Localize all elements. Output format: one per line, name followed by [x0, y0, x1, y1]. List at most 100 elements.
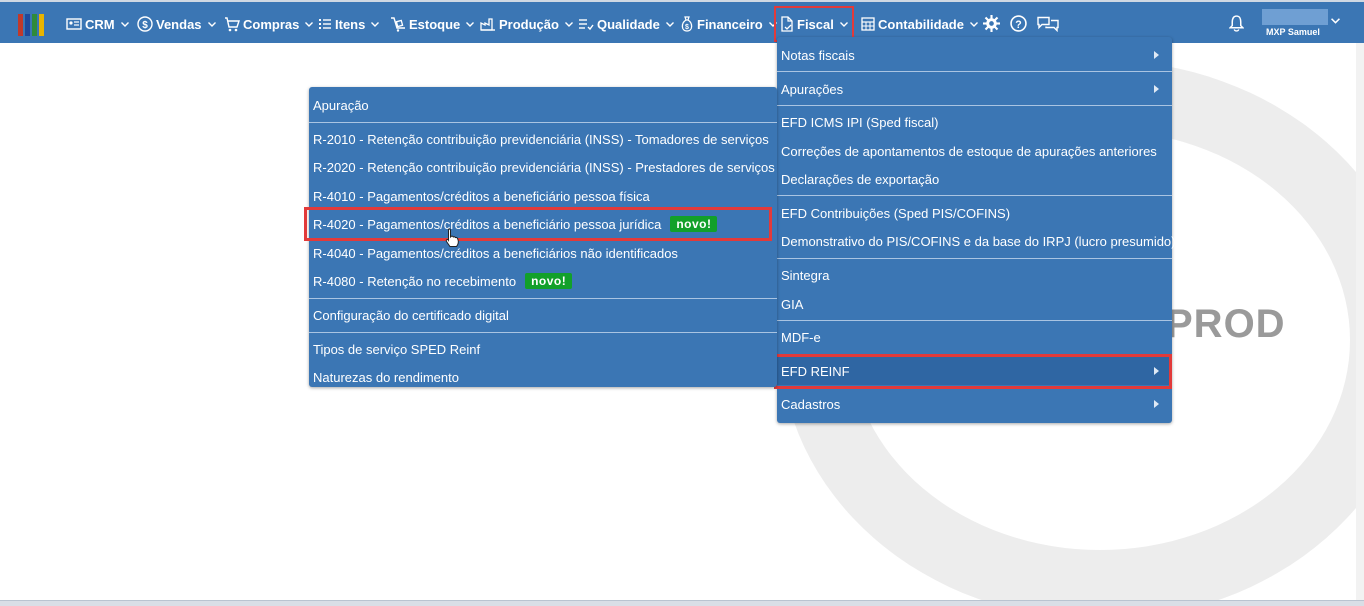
menu-item-label: EFD ICMS IPI (Sped fiscal) [781, 114, 939, 130]
menu-item-efd-contribuicoes[interactable]: EFD Contribuições (Sped PIS/COFINS) [777, 199, 1172, 227]
menu-item-label: EFD Contribuições (Sped PIS/COFINS) [781, 205, 1011, 221]
logo-bar-red [18, 14, 23, 36]
chat-icon[interactable] [1037, 15, 1059, 32]
nav-fiscal[interactable]: Fiscal [774, 6, 854, 42]
nav-financeiro-label: Financeiro [697, 16, 763, 32]
nav-qualidade[interactable]: Qualidade [578, 8, 674, 40]
submenu-item-r2010[interactable]: R-2010 - Retenção contribuição previdenc… [309, 125, 777, 153]
submenu-item-label: Tipos de serviço SPED Reinf [313, 341, 481, 357]
chevron-down-icon [371, 21, 380, 27]
logo-bar-blue [25, 14, 30, 36]
menu-item-gia[interactable]: GIA [777, 290, 1172, 318]
menu-item-correcoes-apontamentos[interactable]: Correções de apontamentos de estoque de … [777, 137, 1172, 165]
nav-producao[interactable]: Produção [480, 8, 573, 40]
menu-item-label: Notas fiscais [781, 47, 855, 63]
menu-item-efd-icms-ipi[interactable]: EFD ICMS IPI (Sped fiscal) [777, 108, 1172, 136]
cart-icon [225, 17, 240, 32]
menu-item-sintegra[interactable]: Sintegra [777, 261, 1172, 289]
nav-estoque[interactable]: Estoque [390, 8, 475, 40]
submenu-item-label: R-4040 - Pagamentos/créditos a beneficiá… [313, 245, 678, 261]
user-avatar[interactable] [1262, 9, 1328, 25]
menu-divider [777, 71, 1172, 72]
submenu-item-r4080[interactable]: R-4080 - Retenção no recebimento novo! [309, 267, 777, 295]
chevron-down-icon [969, 21, 978, 27]
menu-item-demonstrativo-pis-cofins[interactable]: Demonstrativo do PIS/COFINS e da base do… [777, 227, 1176, 255]
menu-item-label: EFD REINF [781, 363, 850, 379]
nav-fiscal-label: Fiscal [797, 16, 834, 32]
app-logo[interactable] [18, 14, 44, 36]
bell-icon[interactable] [1229, 15, 1244, 32]
submenu-item-configuracao-certificado[interactable]: Configuração do certificado digital [309, 301, 777, 329]
nav-financeiro[interactable]: $ Financeiro [680, 8, 777, 40]
nav-itens-label: Itens [335, 16, 366, 32]
help-icon[interactable]: ? [1010, 15, 1027, 32]
dollar-icon: $ [137, 16, 153, 32]
submenu-item-naturezas-rendimento[interactable]: Naturezas do rendimento [309, 363, 777, 391]
bottom-border [0, 600, 1364, 606]
calculator-icon [861, 17, 875, 31]
submenu-item-tipos-servico[interactable]: Tipos de serviço SPED Reinf [309, 335, 777, 363]
new-badge: novo! [525, 273, 573, 289]
crm-icon [66, 18, 82, 30]
submenu-item-r4040[interactable]: R-4040 - Pagamentos/créditos a beneficiá… [309, 239, 777, 267]
submenu-item-label: R-4010 - Pagamentos/créditos a beneficiá… [313, 188, 650, 204]
menu-divider [309, 332, 777, 333]
nav-itens[interactable]: Itens [318, 8, 380, 40]
submenu-arrow-icon [1154, 51, 1159, 59]
nav-compras[interactable]: Compras [224, 8, 314, 40]
fiscal-dropdown-menu: Notas fiscais Apurações EFD ICMS IPI (Sp… [777, 37, 1176, 423]
menu-divider [777, 354, 1172, 355]
factory-icon [480, 18, 495, 31]
menu-item-mdfe[interactable]: MDF-e [777, 323, 1172, 351]
page-scrollbar[interactable] [1356, 43, 1364, 600]
menu-item-apuracoes[interactable]: Apurações [777, 75, 1172, 103]
logo-bar-yellow [39, 14, 44, 36]
nav-producao-label: Produção [499, 16, 559, 32]
menu-item-declaracoes-exportacao[interactable]: Declarações de exportação [777, 165, 1172, 193]
efd-reinf-submenu: Apuração R-2010 - Retenção contribuição … [309, 87, 777, 387]
menu-item-efd-reinf[interactable]: EFD REINF [777, 357, 1172, 385]
menu-divider [777, 320, 1172, 321]
submenu-item-label: Naturezas do rendimento [313, 369, 459, 385]
submenu-item-label: Configuração do certificado digital [313, 307, 509, 323]
menu-item-label: Cadastros [781, 396, 841, 412]
submenu-item-r4010[interactable]: R-4010 - Pagamentos/créditos a beneficiá… [309, 182, 777, 210]
nav-vendas[interactable]: $ Vendas [137, 8, 216, 40]
hand-cursor-icon [445, 228, 459, 247]
stock-icon [391, 16, 405, 32]
menu-item-cadastros[interactable]: Cadastros [777, 390, 1172, 418]
chevron-down-icon [665, 21, 674, 27]
user-name[interactable]: MXP Samuel [1266, 27, 1320, 37]
submenu-item-label: Apuração [313, 97, 369, 113]
submenu-item-apuracao[interactable]: Apuração [309, 91, 777, 119]
submenu-item-label: R-4080 - Retenção no recebimento [313, 273, 517, 289]
chevron-down-icon [564, 21, 573, 27]
menu-item-notas-fiscais[interactable]: Notas fiscais [777, 41, 1172, 69]
menu-divider [309, 122, 777, 123]
nav-contabilidade[interactable]: Contabilidade [861, 8, 978, 40]
nav-compras-label: Compras [243, 16, 300, 32]
chevron-down-icon [466, 21, 475, 27]
checklist-icon [579, 19, 594, 31]
nav-contabilidade-label: Contabilidade [878, 16, 964, 32]
menu-divider [777, 195, 1172, 196]
nav-qualidade-label: Qualidade [597, 16, 660, 32]
menu-divider [777, 105, 1172, 106]
nav-crm[interactable]: CRM [66, 8, 129, 40]
fiscal-doc-icon [781, 16, 793, 32]
chevron-down-icon [839, 21, 848, 27]
submenu-item-r4020[interactable]: R-4020 - Pagamentos/créditos a beneficiá… [309, 210, 777, 238]
user-chevron-down-icon[interactable] [1331, 18, 1340, 24]
submenu-arrow-icon [1154, 367, 1159, 375]
svg-text:$: $ [142, 20, 148, 31]
menu-item-label: GIA [781, 296, 804, 312]
gear-icon[interactable] [983, 15, 1000, 32]
menu-divider [777, 258, 1172, 259]
background-watermark-text: PROD [1166, 302, 1286, 346]
chevron-down-icon [120, 21, 129, 27]
menu-item-label: Apurações [781, 81, 844, 97]
nav-crm-label: CRM [85, 16, 115, 32]
nav-vendas-label: Vendas [156, 16, 202, 32]
submenu-item-r2020[interactable]: R-2020 - Retenção contribuição previdenc… [309, 153, 777, 181]
nav-estoque-label: Estoque [409, 16, 461, 32]
